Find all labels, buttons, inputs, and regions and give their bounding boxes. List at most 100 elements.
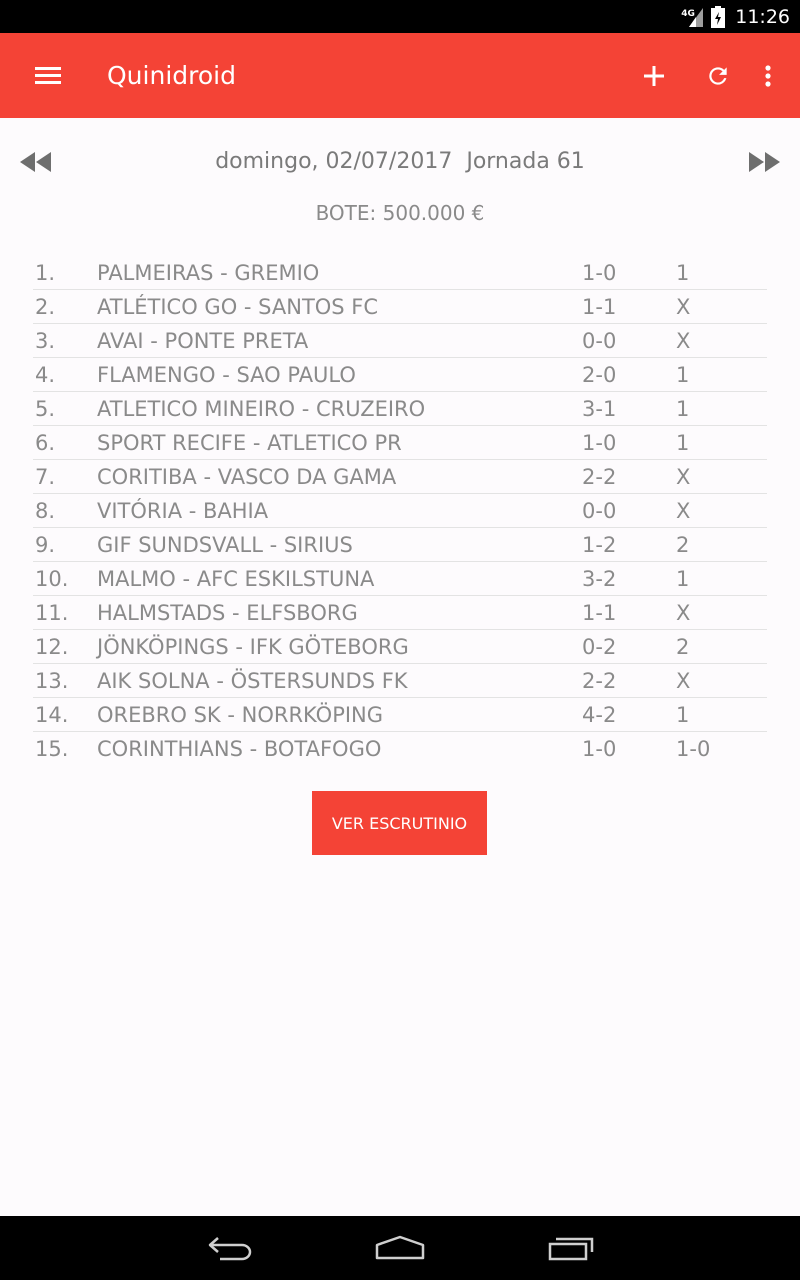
match-number: 2. <box>35 295 56 319</box>
match-score: 4-2 <box>582 703 617 727</box>
match-sign: X <box>676 499 691 523</box>
next-jornada-button[interactable] <box>744 148 784 176</box>
match-number: 3. <box>35 329 56 353</box>
match-sign: 1 <box>676 703 690 727</box>
match-number: 14. <box>35 703 69 727</box>
match-sign: 1 <box>676 363 690 387</box>
match-teams: CORITIBA - VASCO DA GAMA <box>97 465 397 489</box>
matches-table: 1. PALMEIRAS - GREMIO 1-0 1 2. ATLÉTICO GO - … <box>33 256 767 766</box>
match-score: 1-1 <box>582 295 617 319</box>
match-score: 3-2 <box>582 567 617 591</box>
match-sign: 2 <box>676 533 690 557</box>
match-score: 0-0 <box>582 499 617 523</box>
match-sign: 1 <box>676 261 690 285</box>
match-row: 3. AVAI - PONTE PRETA 0-0 X <box>33 324 767 358</box>
match-score: 1-2 <box>582 533 617 557</box>
match-number: 15. <box>35 737 69 761</box>
more-options-button[interactable] <box>750 46 786 106</box>
match-score: 0-2 <box>582 635 617 659</box>
recents-icon <box>548 1237 594 1261</box>
app-title: Quinidroid <box>107 61 236 90</box>
refresh-button[interactable] <box>686 46 750 106</box>
match-score: 3-1 <box>582 397 617 421</box>
match-number: 12. <box>35 635 69 659</box>
system-navigation-bar <box>0 1216 800 1280</box>
match-score: 2-2 <box>582 465 617 489</box>
match-teams: GIF SUNDSVALL - SIRIUS <box>97 533 353 557</box>
match-number: 13. <box>35 669 69 693</box>
bote-amount: BOTE: 500.000 € <box>315 201 485 225</box>
match-sign: 1 <box>676 431 690 455</box>
jornada-navigation: domingo, 02/07/2017 Jornada 61 <box>0 140 800 184</box>
match-number: 1. <box>35 261 56 285</box>
fast-forward-icon <box>749 152 780 172</box>
status-bar: 4G 11:26 <box>0 0 800 33</box>
home-button[interactable] <box>360 1226 440 1270</box>
match-sign: X <box>676 669 691 693</box>
match-score: 2-2 <box>582 669 617 693</box>
match-teams: FLAMENGO - SAO PAULO <box>97 363 356 387</box>
match-sign: X <box>676 329 691 353</box>
match-score: 2-0 <box>582 363 617 387</box>
jornada-date: domingo, 02/07/2017 Jornada 61 <box>0 148 800 176</box>
match-teams: MALMO - AFC ESKILSTUNA <box>97 567 375 591</box>
status-icons: 4G 11:26 <box>681 0 790 33</box>
ver-escrutinio-button[interactable]: VER ESCRUTINIO <box>312 791 487 855</box>
match-sign: 2 <box>676 635 690 659</box>
match-score: 1-1 <box>582 601 617 625</box>
match-row: 13. AIK SOLNA - ÖSTERSUNDS FK 2-2 X <box>33 664 767 698</box>
match-sign: 1 <box>676 567 690 591</box>
refresh-icon <box>709 66 727 85</box>
match-number: 10. <box>35 567 69 591</box>
match-row: 10. MALMO - AFC ESKILSTUNA 3-2 1 <box>33 562 767 596</box>
match-sign: X <box>676 601 691 625</box>
match-number: 8. <box>35 499 56 523</box>
status-time: 11:26 <box>735 5 790 28</box>
back-icon <box>208 1237 252 1261</box>
menu-button[interactable] <box>24 57 74 95</box>
match-number: 11. <box>35 601 69 625</box>
match-teams: SPORT RECIFE - ATLETICO PR <box>97 431 402 455</box>
match-number: 5. <box>35 397 56 421</box>
match-teams: ATLÉTICO GO - SANTOS FC <box>97 295 379 319</box>
app-bar: Quinidroid <box>0 33 800 118</box>
match-sign: 1-0 <box>676 737 711 761</box>
match-row: 14. OREBRO SK - NORRKÖPING 4-2 1 <box>33 698 767 732</box>
match-teams: JÖNKÖPINGS - IFK GÖTEBORG <box>97 635 409 659</box>
match-score: 0-0 <box>582 329 617 353</box>
add-button[interactable] <box>622 46 686 106</box>
match-teams: CORINTHIANS - BOTAFOGO <box>97 737 382 761</box>
back-button[interactable] <box>190 1226 270 1270</box>
recents-button[interactable] <box>531 1226 611 1270</box>
match-number: 9. <box>35 533 56 557</box>
match-score: 1-0 <box>582 261 617 285</box>
match-row: 1. PALMEIRAS - GREMIO 1-0 1 <box>33 256 767 290</box>
match-row: 11. HALMSTADS - ELFSBORG 1-1 X <box>33 596 767 630</box>
match-teams: OREBRO SK - NORRKÖPING <box>97 703 384 727</box>
match-row: 4. FLAMENGO - SAO PAULO 2-0 1 <box>33 358 767 392</box>
match-number: 7. <box>35 465 56 489</box>
match-row: 5. ATLETICO MINEIRO - CRUZEIRO 3-1 1 <box>33 392 767 426</box>
app-actions <box>622 33 786 118</box>
match-teams: AIK SOLNA - ÖSTERSUNDS FK <box>97 669 408 693</box>
match-teams: VITÓRIA - BAHIA <box>97 499 269 523</box>
match-row: 7. CORITIBA - VASCO DA GAMA 2-2 X <box>33 460 767 494</box>
match-row: 12. JÖNKÖPINGS - IFK GÖTEBORG 0-2 2 <box>33 630 767 664</box>
match-row: 2. ATLÉTICO GO - SANTOS FC 1-1 X <box>33 290 767 324</box>
match-row: 6. SPORT RECIFE - ATLETICO PR 1-0 1 <box>33 426 767 460</box>
more-vert-icon <box>765 64 771 87</box>
battery-icon <box>711 5 726 28</box>
menu-icon <box>35 67 61 84</box>
match-number: 6. <box>35 431 56 455</box>
jornada-text: Jornada 61 <box>466 149 585 174</box>
home-icon <box>375 1235 425 1260</box>
match-score: 1-0 <box>582 737 617 761</box>
match-number: 4. <box>35 363 56 387</box>
date-text: domingo, 02/07/2017 <box>215 149 453 174</box>
match-sign: X <box>676 295 691 319</box>
signal-icon: 4G <box>681 5 705 29</box>
match-teams: ATLETICO MINEIRO - CRUZEIRO <box>97 397 426 421</box>
match-row: 15. CORINTHIANS - BOTAFOGO 1-0 1-0 <box>33 732 767 766</box>
match-score: 1-0 <box>582 431 617 455</box>
match-row: 9. GIF SUNDSVALL - SIRIUS 1-2 2 <box>33 528 767 562</box>
